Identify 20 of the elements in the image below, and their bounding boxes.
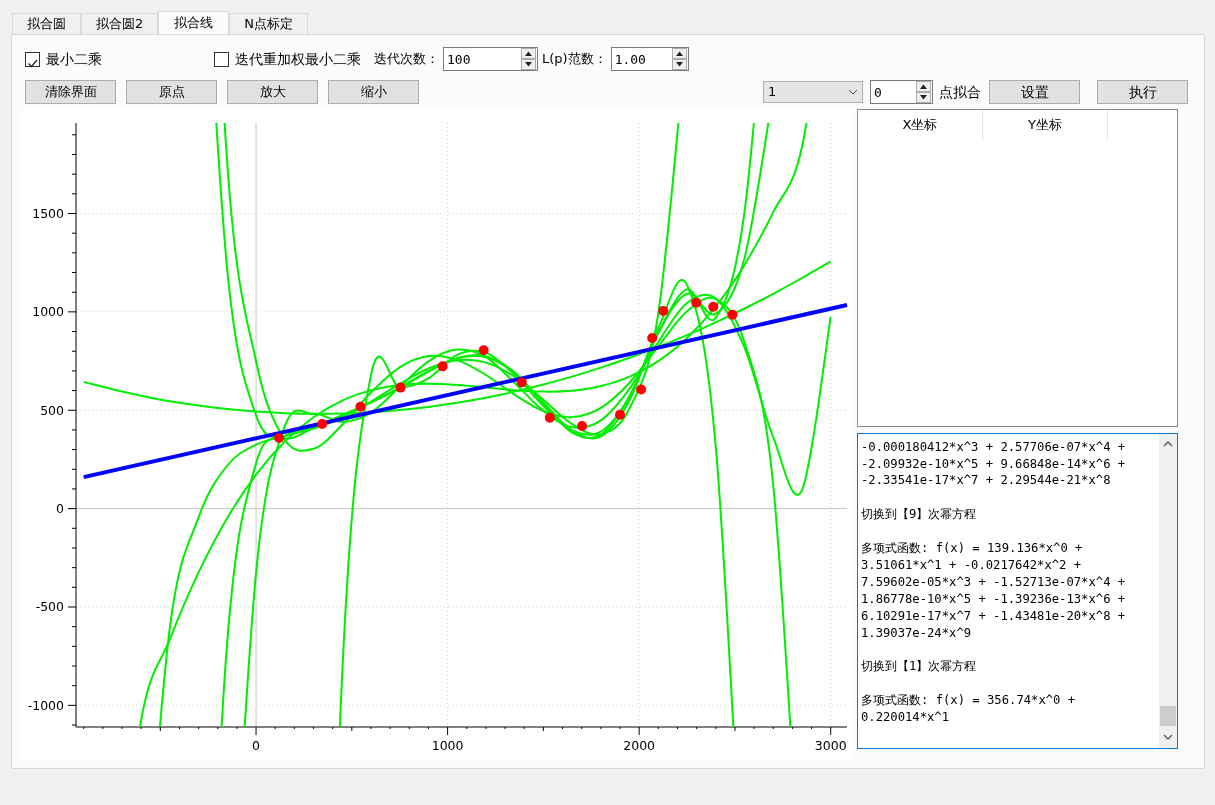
log-entry: -0.000180412*x^3 + 2.57706e-07*x^4 + -2.09932e-10*x^5 + 9.66848e-14*x^6 + -2.33541e-17*x^7 + 2.29544e-21*x^8: [861, 438, 1127, 490]
y-tick-label: -500: [35, 599, 64, 615]
y-tick-label: 1000: [32, 304, 64, 320]
spin-label: 迭代次数：: [374, 50, 439, 69]
x-tick-label: 0: [252, 738, 261, 753]
log-entry: 切换到【1】次幂方程: [861, 658, 978, 676]
checkbox-label: 迭代重加权最小二乘: [235, 49, 361, 69]
log-entry: 多项式函数: f(x) = 356.74*x^0 + 0.220014*x^1: [861, 692, 1077, 726]
y-tick-label: -1000: [27, 697, 64, 713]
y-tick-label: 500: [40, 402, 64, 418]
checkbox-label: 最小二乘: [46, 49, 102, 69]
y-tick-label: 1500: [32, 206, 64, 221]
x-tick-label: 1000: [431, 738, 464, 753]
spin-label: 点拟合: [939, 82, 981, 102]
log-entry: 多项式函数: f(x) = 139.136*x^0 + 3.51061*x^1 + -0.0217642*x^2 + 7.59602e-05*x^3 + -1.52713e-07*x^4 + 1.86778e-10*x^5 + -1.39236e-13*x^6 + 6.10291e-17*x^7 + -1.43481e-20*x^8 + 1.39037e-24*x^9: [861, 540, 1127, 642]
log-entry: 切换到【9】次幂方程: [861, 506, 978, 524]
spin-label: L(p)范数：: [542, 50, 607, 69]
x-tick-label: 3000: [814, 738, 847, 753]
y-tick-label: 0: [56, 501, 64, 517]
x-tick-label: 2000: [623, 738, 656, 753]
